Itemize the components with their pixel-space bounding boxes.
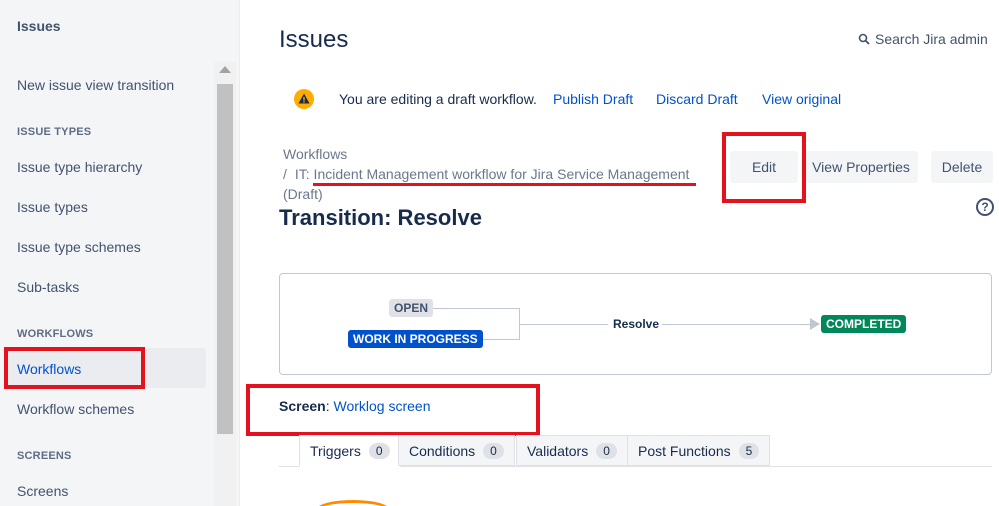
breadcrumb-separator: / bbox=[283, 166, 287, 182]
sidebar-item-sub-tasks[interactable]: Sub-tasks bbox=[17, 279, 79, 295]
tab-count-badge: 0 bbox=[368, 443, 390, 459]
loading-spinner-icon bbox=[316, 500, 390, 506]
publish-draft-link[interactable]: Publish Draft bbox=[553, 91, 633, 107]
sidebar-title: Issues bbox=[17, 18, 61, 34]
view-properties-button[interactable]: View Properties bbox=[804, 151, 918, 183]
tab-conditions[interactable]: Conditions 0 bbox=[398, 435, 515, 466]
page-title: Issues bbox=[279, 26, 349, 53]
sidebar-item-screens[interactable]: Screens bbox=[17, 483, 68, 499]
search-admin[interactable]: Search Jira admin bbox=[858, 31, 988, 47]
sidebar-item-issue-type-schemes[interactable]: Issue type schemes bbox=[17, 239, 141, 255]
tab-label: Conditions bbox=[409, 442, 476, 459]
breadcrumb-draft-status: (Draft) bbox=[283, 186, 323, 202]
discard-draft-link[interactable]: Discard Draft bbox=[656, 91, 738, 107]
delete-button[interactable]: Delete bbox=[931, 151, 993, 183]
transition-name-label: Resolve bbox=[613, 317, 660, 331]
sidebar-item-issue-types[interactable]: Issue types bbox=[17, 199, 88, 215]
tab-post-functions[interactable]: Post Functions 5 bbox=[627, 435, 771, 466]
sidebar-section-screens: SCREENS bbox=[17, 450, 72, 462]
draft-message: You are editing a draft workflow. bbox=[339, 91, 537, 107]
tab-triggers[interactable]: Triggers 0 bbox=[299, 435, 401, 467]
warning-icon bbox=[294, 89, 314, 109]
breadcrumb: / IT: Incident Management workflow for J… bbox=[283, 166, 689, 182]
breadcrumb-workflows[interactable]: Workflows bbox=[283, 146, 347, 162]
status-completed: COMPLETED bbox=[821, 315, 907, 333]
highlight-edit-box bbox=[722, 132, 806, 203]
sidebar-section-workflows: WORKFLOWS bbox=[17, 328, 94, 340]
tab-label: Validators bbox=[527, 442, 589, 459]
highlight-workflows-box bbox=[4, 347, 145, 389]
scroll-up-icon[interactable] bbox=[219, 66, 231, 73]
connector-open bbox=[430, 308, 520, 309]
sidebar-item-new-issue-view-transition[interactable]: New issue view transition bbox=[17, 77, 174, 93]
status-open: OPEN bbox=[389, 299, 434, 317]
transition-title: Transition: Resolve bbox=[279, 205, 482, 230]
tab-count-badge: 5 bbox=[738, 442, 760, 459]
sidebar-item-issue-type-hierarchy[interactable]: Issue type hierarchy bbox=[17, 159, 142, 175]
help-icon[interactable]: ? bbox=[976, 198, 994, 216]
tab-label: Post Functions bbox=[638, 442, 731, 459]
search-icon bbox=[858, 33, 870, 45]
tab-label: Triggers bbox=[310, 443, 361, 459]
status-work-in-progress: WORK IN PROGRESS bbox=[348, 330, 483, 348]
tab-validators[interactable]: Validators 0 bbox=[516, 435, 628, 466]
sidebar-item-workflow-schemes[interactable]: Workflow schemes bbox=[17, 401, 134, 417]
tab-count-badge: 0 bbox=[483, 442, 504, 459]
highlight-screen-box bbox=[246, 384, 540, 436]
admin-sidebar: Issues New issue view transition ISSUE T… bbox=[0, 0, 240, 506]
arrowhead-icon bbox=[810, 318, 820, 330]
tab-count-badge: 0 bbox=[596, 442, 617, 459]
breadcrumb-workflow-name: IT: Incident Management workflow for Jir… bbox=[294, 166, 690, 182]
search-label: Search Jira admin bbox=[875, 31, 988, 47]
connector-to-target bbox=[662, 324, 812, 325]
sidebar-section-issue-types: ISSUE TYPES bbox=[17, 126, 92, 138]
sidebar-scrollbar[interactable] bbox=[214, 62, 236, 506]
connector-to-label bbox=[520, 324, 608, 325]
highlight-workflow-name-underline bbox=[313, 183, 696, 186]
view-original-link[interactable]: View original bbox=[762, 91, 841, 107]
scroll-thumb[interactable] bbox=[217, 84, 233, 434]
